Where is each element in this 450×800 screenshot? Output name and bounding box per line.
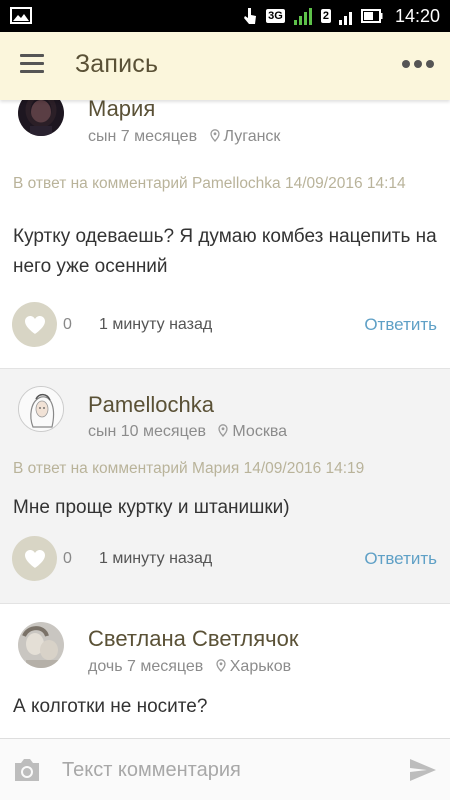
like-button[interactable] xyxy=(12,536,57,581)
avatar[interactable] xyxy=(18,100,64,136)
camera-icon[interactable] xyxy=(12,757,42,783)
menu-icon xyxy=(20,54,44,57)
reply-reference[interactable]: В ответ на комментарий Мария 14/09/2016 … xyxy=(13,458,433,480)
reply-button[interactable]: Ответить xyxy=(364,549,437,569)
city: Москва xyxy=(232,423,288,440)
comment-input-bar xyxy=(0,738,450,800)
comment-meta: сын 7 месяцев Луганск xyxy=(88,128,280,146)
menu-button[interactable] xyxy=(20,54,50,78)
comment-meta: дочь 7 месяцев Харьков xyxy=(88,658,291,676)
child-info: дочь 7 месяцев xyxy=(88,658,204,675)
sim-badge: 2 xyxy=(320,9,331,23)
status-time: 14:20 xyxy=(394,5,440,26)
like-button[interactable] xyxy=(12,302,57,347)
signal-icon-2 xyxy=(338,12,352,25)
child-info: сын 10 месяцев xyxy=(88,423,206,440)
heart-icon xyxy=(24,315,45,334)
comment-text: Мне проще куртку и штанишки) xyxy=(13,497,290,518)
more-options-button[interactable] xyxy=(402,60,436,72)
comment-meta: сын 10 месяцев Москва xyxy=(88,423,287,441)
comment-text: А колготки не носите? xyxy=(13,696,208,717)
comment-item: Светлана Светлячок дочь 7 месяцев Харько… xyxy=(0,604,450,738)
image-icon xyxy=(10,7,32,24)
comment-time: 1 минуту назад xyxy=(99,316,213,333)
comment-item: Pamellochka сын 10 месяцев Москва В отве… xyxy=(0,369,450,603)
more-icon xyxy=(402,60,410,68)
comment-author[interactable]: Светлана Светлячок xyxy=(88,626,299,652)
comment-author[interactable]: Мария xyxy=(88,100,155,122)
touch-icon xyxy=(244,8,257,24)
location-pin-icon xyxy=(216,659,226,672)
like-count: 0 xyxy=(63,550,72,567)
location-pin-icon xyxy=(218,424,229,437)
app-bar: Запись xyxy=(0,32,450,100)
comment-text: Куртку одеваешь? Я думаю комбез нацепить… xyxy=(13,226,437,277)
comments-feed[interactable]: Мария сын 7 месяцев Луганск В ответ на к… xyxy=(0,100,450,738)
comment-item: Мария сын 7 месяцев Луганск В ответ на к… xyxy=(0,100,450,368)
location-pin-icon xyxy=(209,129,220,142)
city: Луганск xyxy=(223,128,281,145)
send-icon[interactable] xyxy=(408,756,438,784)
like-count: 0 xyxy=(63,316,72,333)
comment-author[interactable]: Pamellochka xyxy=(88,392,214,418)
battery-icon xyxy=(360,9,383,23)
signal-icon xyxy=(293,8,312,25)
network-type-badge: 3G xyxy=(266,9,285,23)
status-bar: 3G 2 14:20 xyxy=(0,0,450,32)
comment-time: 1 минуту назад xyxy=(99,550,213,567)
avatar[interactable] xyxy=(18,622,64,668)
page-title: Запись xyxy=(75,50,159,78)
reply-button[interactable]: Ответить xyxy=(364,315,437,335)
avatar[interactable] xyxy=(18,386,64,432)
reply-reference[interactable]: В ответ на комментарий Pamellochka 14/09… xyxy=(13,173,433,195)
heart-icon xyxy=(24,549,45,568)
comment-input[interactable] xyxy=(62,753,382,787)
city: Харьков xyxy=(229,658,292,675)
child-info: сын 7 месяцев xyxy=(88,128,198,145)
